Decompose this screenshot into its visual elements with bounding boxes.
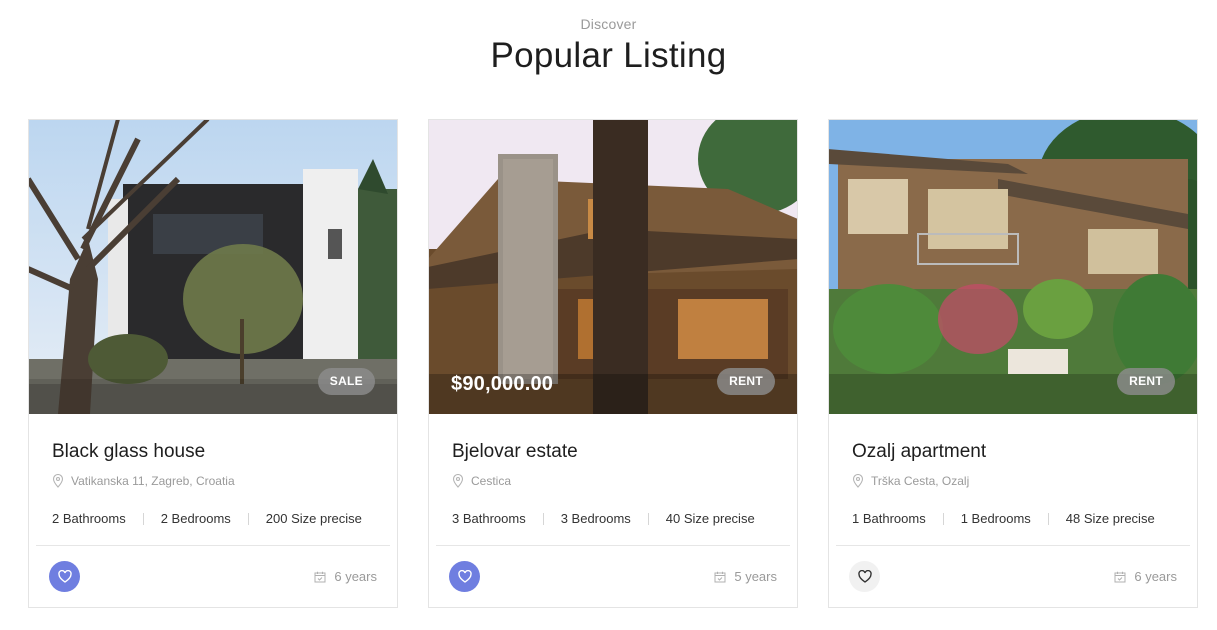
calendar-icon bbox=[314, 571, 326, 582]
size-value: 40 Size precise bbox=[665, 511, 755, 526]
card-divider bbox=[436, 545, 790, 546]
listing-address-row: Cestica bbox=[452, 473, 511, 489]
listing-card[interactable]: SALE Black glass house Vatikanska 11, Za… bbox=[28, 119, 398, 608]
listing-title[interactable]: Ozalj apartment bbox=[852, 441, 986, 463]
listing-type-badge: RENT bbox=[1117, 368, 1175, 395]
calendar-icon bbox=[714, 571, 726, 582]
card-divider bbox=[36, 545, 390, 546]
feature-separator bbox=[142, 512, 144, 525]
listing-features: 2 Bathrooms 2 Bedrooms 200 Size precise bbox=[52, 511, 362, 526]
card-divider bbox=[836, 545, 1190, 546]
listing-address: Vatikanska 11, Zagreb, Croatia bbox=[71, 474, 235, 488]
listing-type-badge: RENT bbox=[717, 368, 775, 395]
size-value: 48 Size precise bbox=[1065, 511, 1155, 526]
listing-type-badge: SALE bbox=[317, 368, 375, 395]
listing-features: 3 Bathrooms 3 Bedrooms 40 Size precise bbox=[452, 511, 755, 526]
size-value: 200 Size precise bbox=[265, 511, 362, 526]
favorite-button[interactable] bbox=[49, 561, 80, 592]
listing-price: $90,000.00 bbox=[451, 373, 554, 395]
map-pin-icon bbox=[52, 474, 64, 488]
heart-icon bbox=[857, 570, 872, 583]
favorite-button[interactable] bbox=[849, 561, 880, 592]
bathrooms-count: 3 Bathrooms bbox=[452, 511, 526, 526]
listing-features: 1 Bathrooms 1 Bedrooms 48 Size precise bbox=[852, 511, 1155, 526]
map-pin-icon bbox=[852, 474, 864, 488]
bedrooms-count: 3 Bedrooms bbox=[560, 511, 631, 526]
listing-age-text: 5 years bbox=[734, 569, 777, 584]
bathrooms-count: 1 Bathrooms bbox=[852, 511, 926, 526]
listing-age-text: 6 years bbox=[334, 569, 377, 584]
listing-age: 5 years bbox=[714, 569, 777, 584]
listing-age-text: 6 years bbox=[1134, 569, 1177, 584]
favorite-button[interactable] bbox=[449, 561, 480, 592]
map-pin-icon bbox=[452, 474, 464, 488]
feature-separator bbox=[1047, 512, 1049, 525]
bedrooms-count: 1 Bedrooms bbox=[960, 511, 1031, 526]
listing-title[interactable]: Black glass house bbox=[52, 441, 205, 463]
bathrooms-count: 2 Bathrooms bbox=[52, 511, 126, 526]
feature-separator bbox=[542, 512, 544, 525]
listing-card[interactable]: RENT Ozalj apartment Trška Cesta, Ozalj … bbox=[828, 119, 1198, 608]
feature-separator bbox=[647, 512, 649, 525]
listing-age: 6 years bbox=[1114, 569, 1177, 584]
feature-separator bbox=[942, 512, 944, 525]
section-eyebrow: Discover bbox=[580, 16, 637, 32]
section-title: Popular Listing bbox=[490, 36, 727, 75]
listing-address: Cestica bbox=[471, 474, 512, 488]
feature-separator bbox=[247, 512, 249, 525]
listing-title[interactable]: Bjelovar estate bbox=[452, 441, 578, 463]
listing-card[interactable]: $90,000.00 RENT Bjelovar estate Cestica … bbox=[428, 119, 798, 608]
listing-address-row: Trška Cesta, Ozalj bbox=[852, 473, 969, 489]
listing-address: Trška Cesta, Ozalj bbox=[871, 474, 970, 488]
listing-age: 6 years bbox=[314, 569, 377, 584]
listing-address-row: Vatikanska 11, Zagreb, Croatia bbox=[52, 473, 235, 489]
heart-icon bbox=[457, 570, 472, 583]
calendar-icon bbox=[1114, 571, 1126, 582]
bedrooms-count: 2 Bedrooms bbox=[160, 511, 231, 526]
heart-icon bbox=[57, 570, 72, 583]
